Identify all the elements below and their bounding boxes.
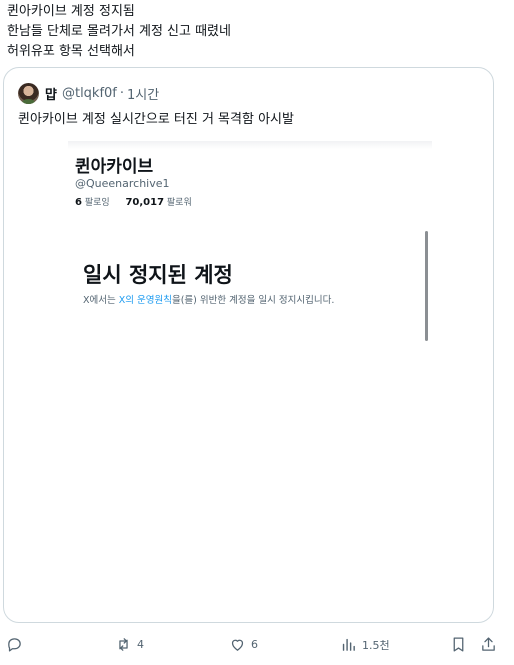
post-text: 퀸아카이브 계정 정지됨 한남들 단체로 몰려가서 계정 신고 때렸네 허위유포… bbox=[7, 2, 231, 62]
views-button[interactable]: 1.5천 bbox=[340, 636, 390, 653]
share-button[interactable] bbox=[480, 636, 497, 653]
embedded-screenshot[interactable]: 퀸아카이브 @Queenarchive1 6 팔로잉 70,017 팔로워 일시… bbox=[68, 141, 432, 622]
profile-handle: @Queenarchive1 bbox=[75, 177, 170, 190]
suspended-desc-suffix: 을(를) 위반한 계정을 일시 정지시킵니다. bbox=[171, 295, 335, 306]
retweet-icon bbox=[119, 638, 128, 651]
separator-dot: · bbox=[119, 85, 125, 101]
quoted-post-time[interactable]: 1시간 bbox=[127, 84, 159, 103]
screenshot-scrollbar bbox=[425, 231, 428, 341]
bookmark-button[interactable] bbox=[450, 636, 467, 653]
quoted-author-name[interactable]: 먑 bbox=[45, 84, 57, 103]
bookmark-icon bbox=[453, 637, 464, 652]
like-button[interactable]: 6 bbox=[229, 636, 258, 653]
rules-link: X의 운영원칙 bbox=[118, 295, 172, 306]
post-text-line-3: 허위유포 항목 선택해서 bbox=[7, 44, 135, 59]
post-text-line-2: 한남들 단체로 몰려가서 계정 신고 때렸네 bbox=[7, 24, 231, 39]
avatar[interactable] bbox=[18, 82, 39, 104]
following-label: 팔로잉 bbox=[84, 198, 110, 208]
retweet-count: 4 bbox=[137, 638, 144, 651]
views-icon bbox=[342, 638, 355, 651]
quoted-author-handle[interactable]: @tlqkf0f bbox=[62, 86, 117, 101]
post-text-line-1: 퀸아카이브 계정 정지됨 bbox=[7, 4, 135, 19]
suspended-desc-prefix: X에서는 bbox=[83, 295, 119, 306]
screenshot-top-edge bbox=[68, 141, 432, 149]
heart-icon bbox=[231, 639, 244, 651]
like-count: 6 bbox=[251, 638, 258, 651]
reply-icon bbox=[8, 638, 21, 652]
quoted-post-header: 먑 @tlqkf0f · 1시간 bbox=[18, 82, 159, 104]
profile-stats: 6 팔로잉 70,017 팔로워 bbox=[75, 195, 192, 208]
followers-label: 팔로워 bbox=[166, 198, 192, 208]
post-action-bar: 4 6 1.5천 bbox=[0, 632, 514, 662]
suspended-title: 일시 정지된 계정 bbox=[83, 263, 233, 287]
quoted-post-card[interactable]: 먑 @tlqkf0f · 1시간 퀸아카이브 계정 실시간으로 터진 거 목격함… bbox=[3, 67, 494, 623]
reply-button[interactable] bbox=[6, 636, 23, 653]
quoted-post-text: 퀸아카이브 계정 실시간으로 터진 거 목격함 아시발 bbox=[18, 112, 294, 127]
views-count: 1.5천 bbox=[362, 638, 390, 652]
following-count: 6 bbox=[75, 197, 82, 208]
share-icon bbox=[482, 637, 495, 651]
suspended-description: X에서는 X의 운영원칙을(를) 위반한 계정을 일시 정지시킵니다. bbox=[83, 292, 334, 306]
profile-name: 퀸아카이브 bbox=[75, 157, 154, 177]
followers-count: 70,017 bbox=[125, 197, 165, 208]
retweet-button[interactable]: 4 bbox=[115, 636, 144, 653]
